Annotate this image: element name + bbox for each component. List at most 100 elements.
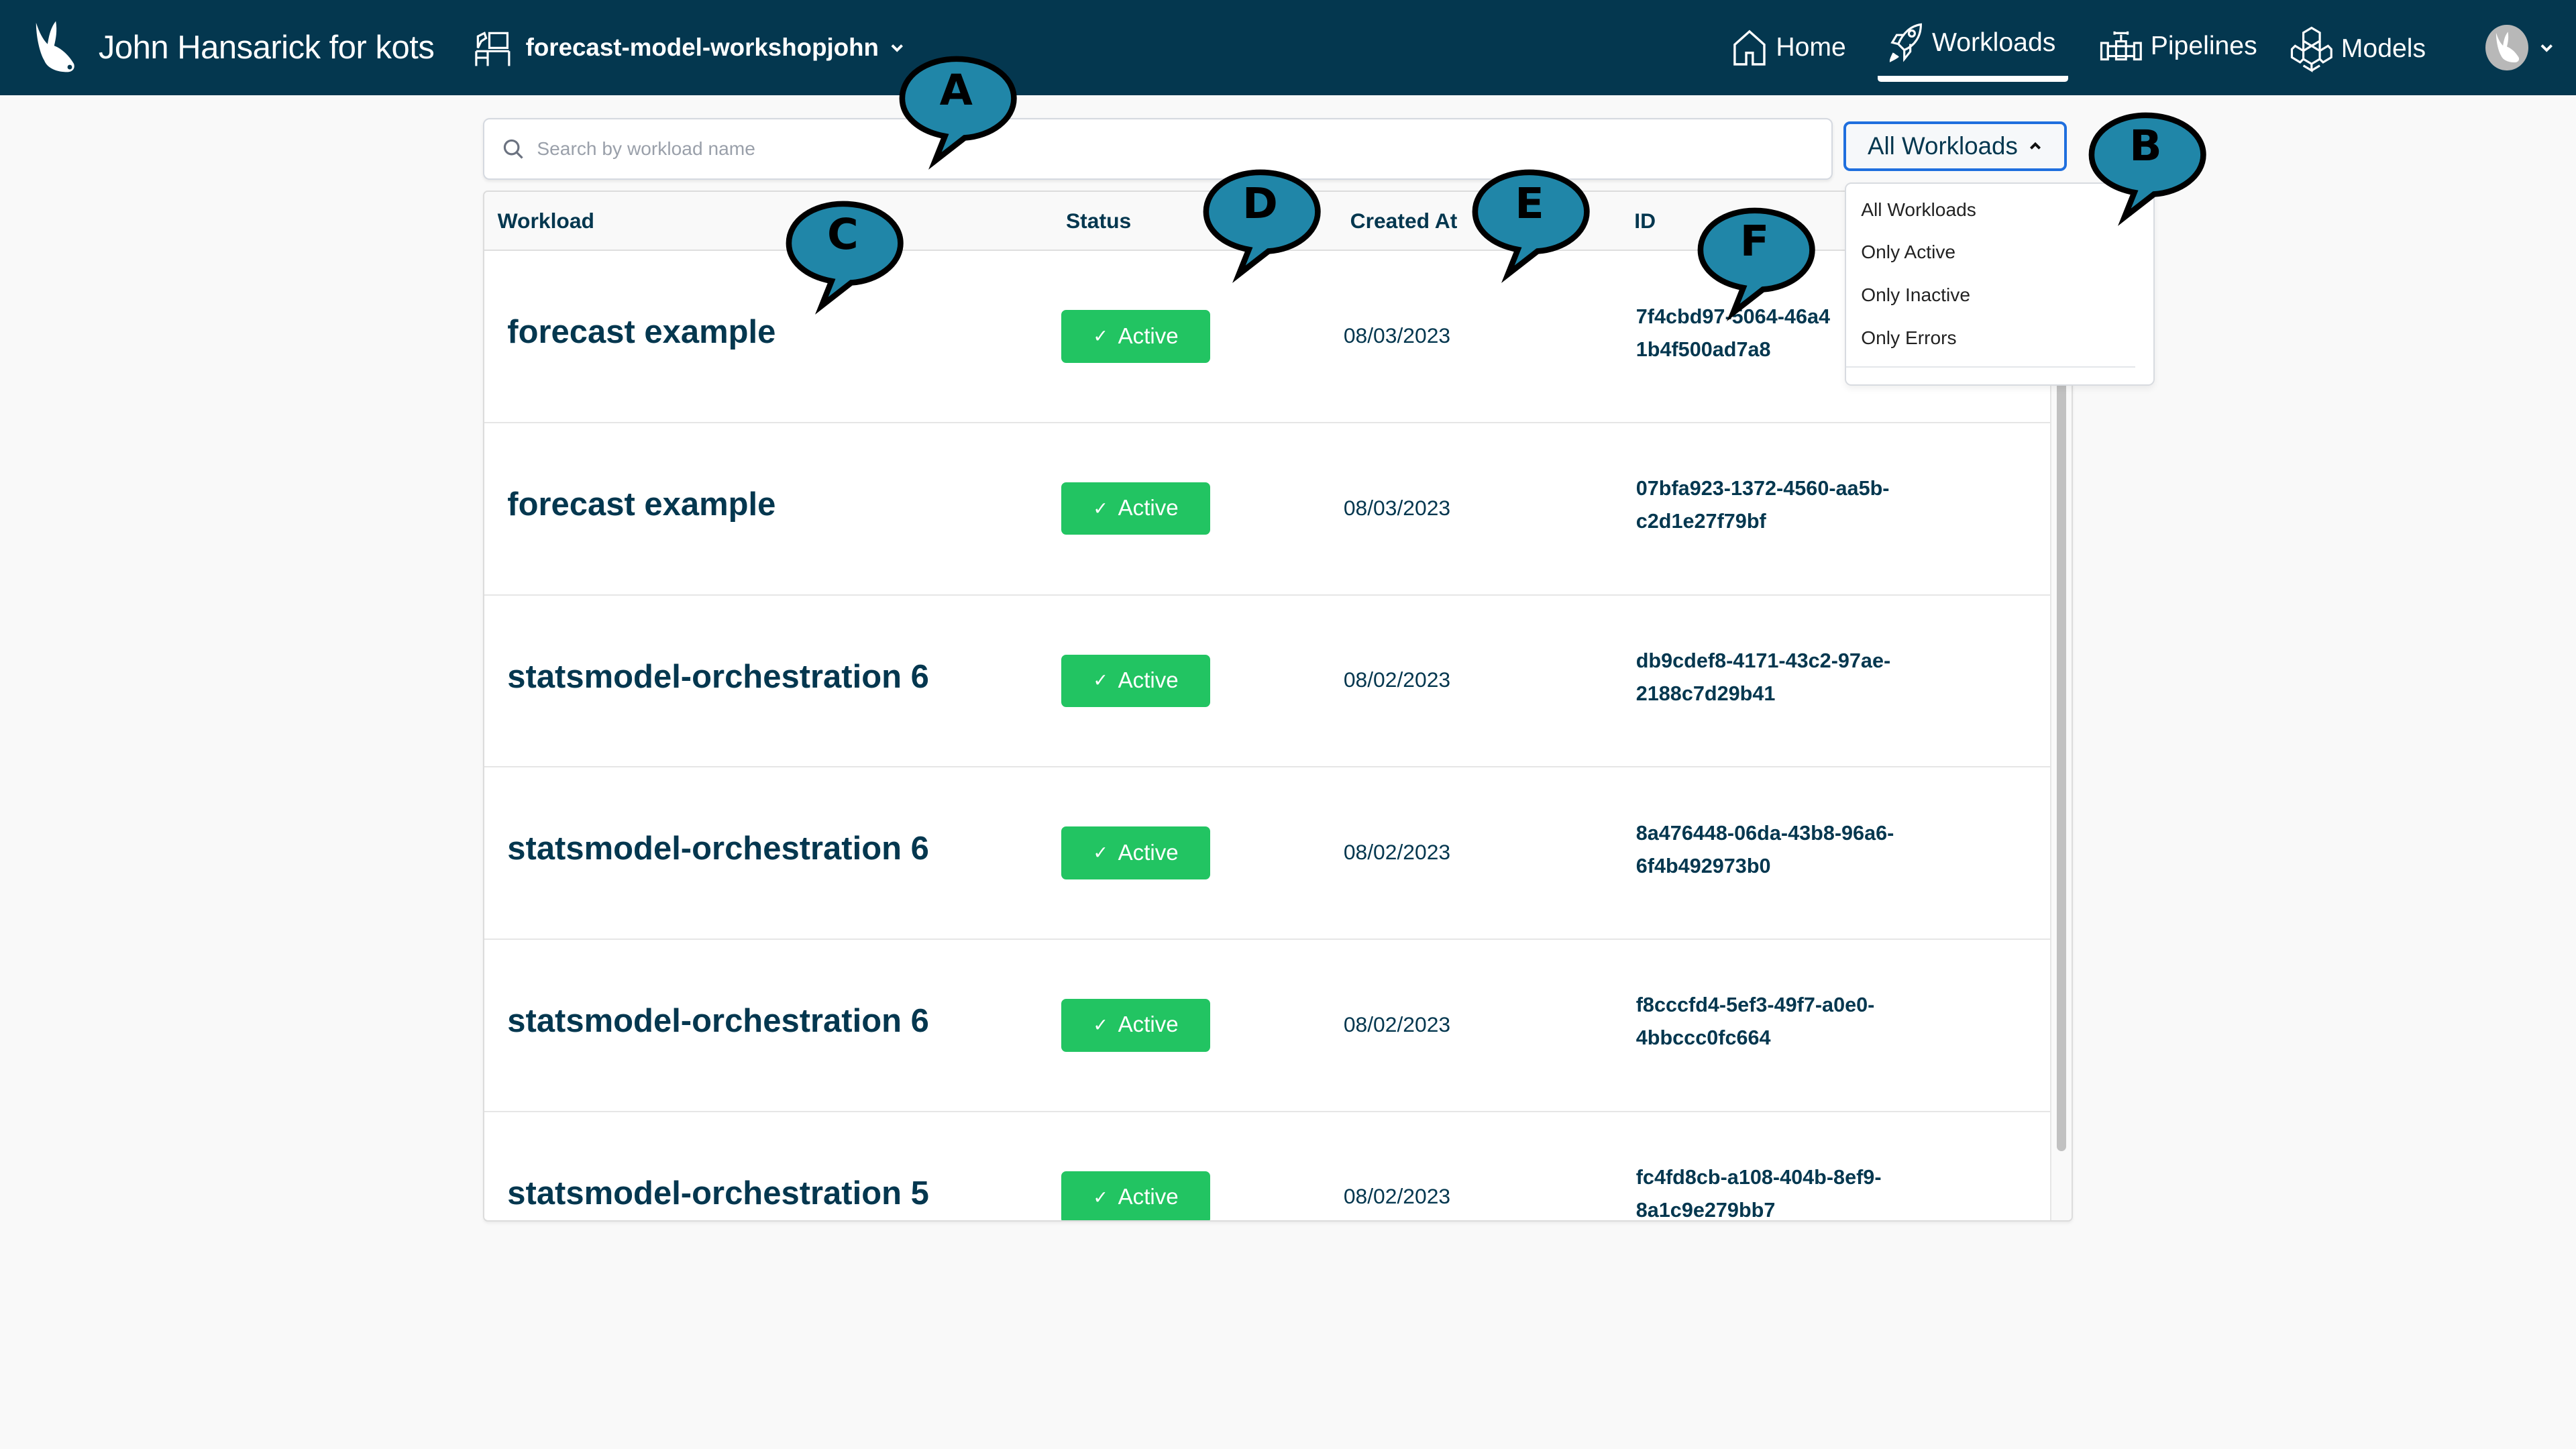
callout-letter: D bbox=[1242, 178, 1278, 229]
workload-name[interactable]: statsmodel-orchestration 5 bbox=[507, 1175, 929, 1212]
filter-selected-label: All Workloads bbox=[1868, 131, 2018, 160]
status-badge: ✓ Active bbox=[1061, 310, 1211, 363]
callout-a: A bbox=[899, 56, 1027, 170]
scrollbar-thumb[interactable] bbox=[2056, 251, 2067, 1152]
status-badge: ✓ Active bbox=[1061, 482, 1211, 535]
workload-id-line2: 6f4b492973b0 bbox=[1635, 854, 1771, 877]
status-badge: ✓ Active bbox=[1061, 999, 1211, 1052]
table-body: forecast example ✓ Active 08/03/2023 7f4c… bbox=[484, 251, 2052, 1221]
workload-id-line2: 8a1c9e279bb7 bbox=[1635, 1199, 1776, 1221]
workload-id-line1: 07bfa923-1372-4560-aa5b- bbox=[1635, 477, 1890, 500]
workload-id: f8cccfd4-5ef3-49f7-a0e0- 4bbccc0fc664 bbox=[1636, 989, 1965, 1055]
workload-id: db9cdef8-4171-43c2-97ae- 2188c7d29b41 bbox=[1636, 645, 1965, 710]
pipeline-valve-icon bbox=[2100, 31, 2142, 60]
nav-models-label: Models bbox=[2341, 34, 2426, 64]
status-badge: ✓ Active bbox=[1061, 654, 1211, 708]
workload-id-line2: c2d1e27f79bf bbox=[1635, 510, 1766, 533]
home-icon bbox=[1733, 30, 1766, 66]
nav-pipelines[interactable]: Pipelines bbox=[2100, 28, 2257, 64]
callout-letter: B bbox=[2129, 121, 2162, 172]
created-at: 08/02/2023 bbox=[1343, 1184, 1451, 1209]
workload-name[interactable]: statsmodel-orchestration 6 bbox=[507, 1002, 929, 1040]
nav-home-label: Home bbox=[1776, 33, 1846, 62]
check-icon: ✓ bbox=[1093, 498, 1108, 519]
callout-letter: F bbox=[1739, 217, 1770, 267]
created-at: 08/03/2023 bbox=[1343, 495, 1451, 520]
status-label: Active bbox=[1118, 667, 1179, 693]
workload-id-line1: f8cccfd4-5ef3-49f7-a0e0- bbox=[1635, 994, 1875, 1017]
callout-d: D bbox=[1203, 169, 1331, 284]
check-icon: ✓ bbox=[1093, 843, 1108, 863]
nav-home[interactable]: Home bbox=[1731, 28, 1846, 68]
workload-name[interactable]: statsmodel-orchestration 6 bbox=[507, 658, 929, 696]
search-icon bbox=[503, 140, 523, 160]
created-at: 08/02/2023 bbox=[1343, 1012, 1451, 1036]
table-scrollbar[interactable] bbox=[2050, 251, 2072, 1221]
status-badge: ✓ Active bbox=[1061, 1171, 1211, 1221]
status-label: Active bbox=[1118, 1012, 1179, 1038]
callout-b: B bbox=[2088, 112, 2216, 226]
workspace-desk-icon bbox=[475, 31, 511, 66]
workspace-name: forecast-model-workshopjohn bbox=[525, 34, 879, 61]
callout-letter: C bbox=[826, 210, 859, 260]
callout-c: C bbox=[786, 201, 914, 315]
check-icon: ✓ bbox=[1093, 1187, 1108, 1208]
status-label: Active bbox=[1118, 840, 1179, 865]
column-header-id[interactable]: ID bbox=[1634, 209, 1656, 233]
created-at: 08/02/2023 bbox=[1343, 667, 1451, 692]
callout-letter: E bbox=[1515, 178, 1544, 229]
workload-id-line2: 2188c7d29b41 bbox=[1635, 682, 1776, 706]
workload-filter-select[interactable]: All Workloads bbox=[1843, 121, 2067, 171]
avatar bbox=[2485, 24, 2528, 71]
user-menu[interactable] bbox=[2485, 24, 2555, 71]
workload-id-line1: fc4fd8cb-a108-404b-8ef9- bbox=[1635, 1166, 1882, 1189]
table-row[interactable]: statsmodel-orchestration 6 ✓ Active 08/02… bbox=[484, 596, 2052, 768]
column-header-workload[interactable]: Workload bbox=[498, 209, 594, 233]
table-row[interactable]: statsmodel-orchestration 6 ✓ Active 08/02… bbox=[484, 767, 2052, 940]
top-nav-bar: John Hansarick for kots forecast-model-w… bbox=[0, 0, 2576, 96]
check-icon: ✓ bbox=[1093, 670, 1108, 691]
check-icon: ✓ bbox=[1093, 1014, 1108, 1035]
filter-option-only-errors[interactable]: Only Errors bbox=[1846, 319, 2135, 362]
workload-id-line1: 8a476448-06da-43b8-96a6- bbox=[1635, 821, 1894, 845]
status-label: Active bbox=[1118, 1185, 1179, 1210]
nav-models[interactable]: Models bbox=[2290, 26, 2426, 72]
status-label: Active bbox=[1118, 496, 1179, 521]
created-at: 08/02/2023 bbox=[1343, 840, 1451, 865]
workload-name[interactable]: forecast example bbox=[507, 313, 775, 351]
table-row[interactable]: forecast example ✓ Active 08/03/2023 07bf… bbox=[484, 423, 2052, 596]
active-nav-indicator bbox=[1878, 75, 2069, 83]
check-icon: ✓ bbox=[1093, 326, 1108, 347]
nav-workloads[interactable]: Workloads bbox=[1888, 23, 2056, 63]
table-row[interactable]: statsmodel-orchestration 5 ✓ Active 08/02… bbox=[484, 1112, 2051, 1221]
rabbit-logo-icon bbox=[36, 21, 74, 72]
workload-name[interactable]: forecast example bbox=[507, 486, 775, 523]
cubes-icon bbox=[2290, 26, 2332, 72]
chevron-down-icon bbox=[891, 44, 903, 52]
workload-id: fc4fd8cb-a108-404b-8ef9- 8a1c9e279bb7 bbox=[1636, 1161, 1965, 1220]
workload-id-line2: 1b4f500ad7a8 bbox=[1635, 337, 1771, 361]
rabbit-avatar-icon bbox=[2496, 32, 2520, 63]
chevron-down-icon bbox=[2540, 44, 2553, 52]
created-at: 08/03/2023 bbox=[1343, 323, 1451, 347]
filter-option-only-inactive[interactable]: Only Inactive bbox=[1846, 276, 2135, 319]
callout-letter: A bbox=[939, 65, 973, 115]
org-name: John Hansarick for kots bbox=[98, 30, 435, 66]
nav-workloads-label: Workloads bbox=[1932, 28, 2056, 57]
search-input[interactable] bbox=[533, 136, 1789, 162]
callout-e: E bbox=[1472, 169, 1600, 284]
column-header-status[interactable]: Status bbox=[1066, 209, 1131, 233]
filter-option-only-active[interactable]: Only Active bbox=[1846, 233, 2135, 276]
workspace-selector[interactable]: forecast-model-workshopjohn bbox=[473, 28, 905, 68]
workload-name[interactable]: statsmodel-orchestration 6 bbox=[507, 830, 929, 867]
brand[interactable]: John Hansarick for kots bbox=[30, 19, 435, 75]
table-row[interactable]: statsmodel-orchestration 6 ✓ Active 08/02… bbox=[484, 940, 2052, 1112]
workload-id: 8a476448-06da-43b8-96a6- 6f4b492973b0 bbox=[1636, 817, 1965, 883]
workload-id-line2: 4bbccc0fc664 bbox=[1635, 1026, 1771, 1050]
workload-id: 07bfa923-1372-4560-aa5b-c2d1e27f79bf bbox=[1636, 472, 1965, 538]
rocket-icon bbox=[1889, 23, 1922, 63]
app-root: John Hansarick for kots forecast-model-w… bbox=[0, 0, 2576, 1449]
column-header-created-at[interactable]: Created At bbox=[1350, 209, 1458, 233]
callout-f: F bbox=[1697, 207, 1825, 321]
nav-pipelines-label: Pipelines bbox=[2150, 31, 2257, 60]
